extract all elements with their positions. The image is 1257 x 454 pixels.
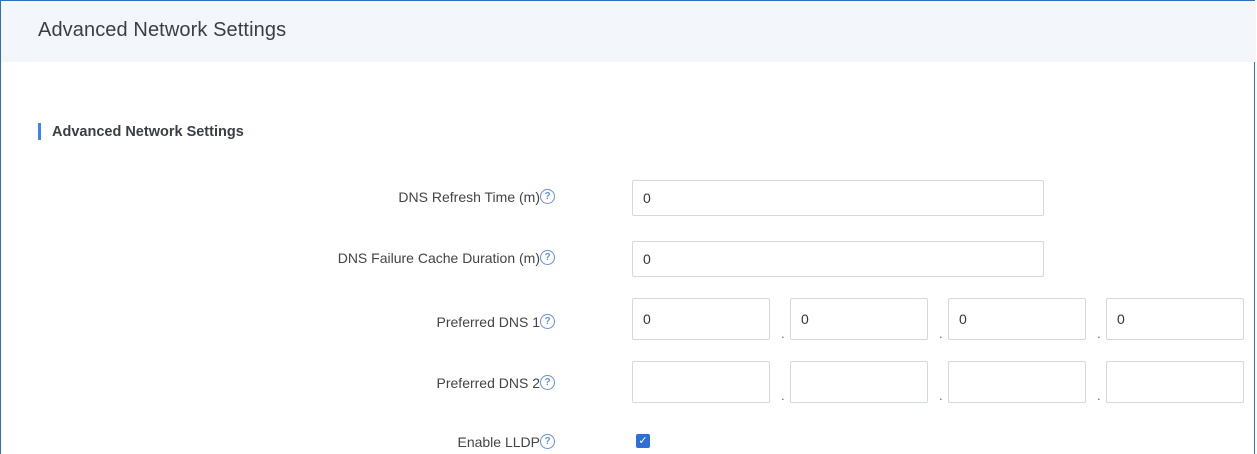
section-title: Advanced Network Settings [52, 124, 244, 140]
preferred-dns-1-octet-3[interactable] [948, 298, 1086, 340]
help-icon[interactable]: ? [540, 434, 555, 449]
page-title: Advanced Network Settings [38, 19, 287, 41]
preferred-dns-1-octet-1[interactable] [632, 298, 770, 340]
dns-refresh-time-label: DNS Refresh Time (m) [398, 189, 540, 205]
help-icon[interactable]: ? [540, 314, 555, 329]
section-accent-bar [38, 123, 41, 140]
ip-separator: . [1097, 326, 1101, 341]
help-icon[interactable]: ? [540, 375, 555, 390]
ip-separator: . [1097, 388, 1101, 403]
preferred-dns-1-octet-4[interactable] [1106, 298, 1244, 340]
preferred-dns-2-octet-4[interactable] [1106, 361, 1244, 403]
ip-separator: . [939, 326, 943, 341]
ip-separator: . [939, 388, 943, 403]
page-header: Advanced Network Settings [1, 1, 1256, 62]
ip-separator: . [781, 326, 785, 341]
dns-failure-cache-input[interactable] [632, 241, 1044, 277]
dns-failure-cache-label: DNS Failure Cache Duration (m) [337, 250, 540, 266]
dns-refresh-time-input[interactable] [632, 180, 1044, 216]
enable-lldp-label: Enable LLDP [457, 434, 540, 450]
enable-lldp-checkbox[interactable]: ✓ [636, 434, 650, 448]
preferred-dns-1-label: Preferred DNS 1 [436, 314, 540, 330]
help-icon[interactable]: ? [540, 250, 555, 265]
preferred-dns-2-octet-2[interactable] [790, 361, 928, 403]
preferred-dns-2-octet-3[interactable] [948, 361, 1086, 403]
ip-separator: . [781, 388, 785, 403]
help-icon[interactable]: ? [540, 189, 555, 204]
preferred-dns-2-label: Preferred DNS 2 [436, 375, 540, 391]
preferred-dns-2-octet-1[interactable] [632, 361, 770, 403]
preferred-dns-1-octet-2[interactable] [790, 298, 928, 340]
